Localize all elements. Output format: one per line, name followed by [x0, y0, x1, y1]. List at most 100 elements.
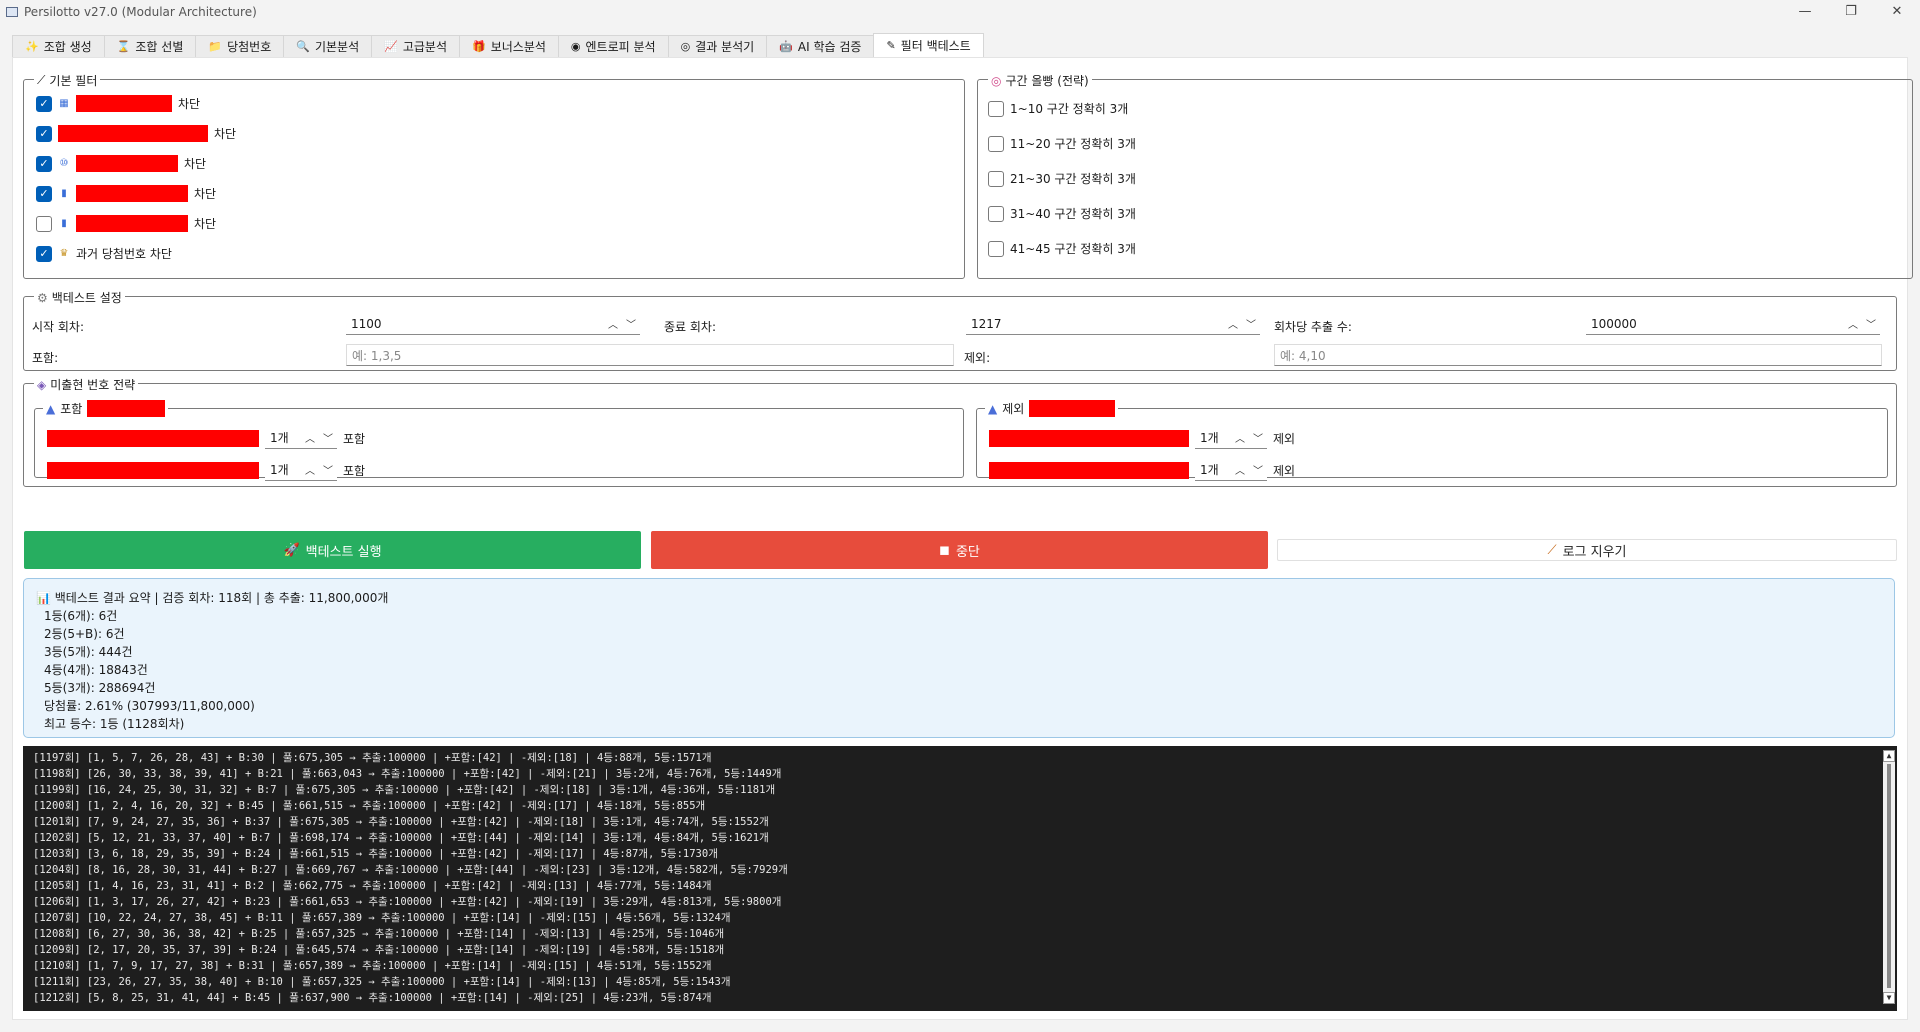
chevron-down-icon[interactable]: ﹀ — [319, 430, 337, 445]
close-button[interactable]: ✕ — [1874, 0, 1920, 22]
exclude-input[interactable]: 예: 4,10 — [1274, 344, 1882, 366]
filter-suffix: 차단 — [184, 157, 207, 171]
summary-line: 당첨률: 2.61% (307993/11,800,000) — [44, 699, 255, 713]
chevron-down-icon[interactable]: ﹀ — [622, 316, 640, 331]
checkbox[interactable] — [988, 170, 1004, 187]
filter-item-3[interactable]: ✓ ⑩ 차단 — [36, 155, 206, 172]
entropy-icon: ◉ — [570, 40, 581, 53]
log-line: [1202회] [5, 12, 21, 33, 37, 40] + B:7 | … — [33, 832, 769, 844]
zone-item-2[interactable]: 11~20 구간 정확히 3개 — [988, 135, 1136, 152]
unseen-include-title: ▲ 포함 — [43, 400, 169, 417]
chevron-up-icon[interactable]: ︿ — [1231, 430, 1249, 445]
zone-item-5[interactable]: 41~45 구간 정확히 3개 — [988, 240, 1136, 257]
tab-ai-validation[interactable]: 🤖 AI 학습 검증 — [766, 35, 875, 57]
checkbox[interactable]: ✓ — [36, 125, 52, 142]
redacted-label — [58, 125, 208, 142]
filter-item-4[interactable]: ✓ ▮ 차단 — [36, 185, 216, 202]
log-scrollbar[interactable]: ▲ ▼ — [1883, 750, 1895, 1004]
unseen-include-group: ▲ 포함 1개 ︿ ﹀ 포함 1개 ︿ ﹀ 포함 — [34, 400, 964, 481]
tab-basic-analysis[interactable]: 🔍 기본분석 — [283, 35, 373, 57]
count-spinbox[interactable]: 1개 ︿ ﹀ — [1195, 427, 1267, 449]
zone-item-4[interactable]: 31~40 구간 정확히 3개 — [988, 205, 1136, 222]
log-line: [1210회] [1, 7, 9, 17, 27, 38] + B:31 | 풀… — [33, 960, 712, 972]
checkbox[interactable]: ✓ — [36, 245, 52, 262]
chevron-down-icon[interactable]: ﹀ — [319, 462, 337, 477]
scroll-up-icon[interactable]: ▲ — [1883, 750, 1895, 762]
checkbox[interactable]: ✓ — [36, 155, 52, 172]
checkbox[interactable] — [988, 100, 1004, 117]
end-round-spinbox[interactable]: 1217 ︿ ﹀ — [966, 313, 1260, 335]
chevron-up-icon[interactable]: ︿ — [1224, 316, 1242, 331]
sub-title-label: 제외 — [1002, 402, 1025, 416]
zone-item-1[interactable]: 1~10 구간 정확히 3개 — [988, 100, 1128, 117]
tab-combo-generate[interactable]: ✨ 조합 생성 — [12, 35, 105, 57]
button-label: 중단 — [955, 544, 980, 560]
maximize-button[interactable]: ❐ — [1828, 0, 1874, 22]
folder-icon: 📁 — [208, 40, 223, 53]
unseen-include-row-1[interactable]: 1개 ︿ ﹀ 포함 — [47, 427, 365, 449]
tab-combo-select[interactable]: ⌛ 조합 선별 — [103, 35, 197, 57]
chevron-up-icon[interactable]: ︿ — [301, 430, 319, 445]
unseen-exclude-row-1[interactable]: 1개 ︿ ﹀ 제외 — [989, 427, 1295, 449]
count-spinbox[interactable]: 1개 ︿ ﹀ — [265, 427, 337, 449]
per-round-spinbox[interactable]: 100000 ︿ ﹀ — [1586, 313, 1880, 335]
scroll-thumb[interactable] — [1887, 764, 1891, 988]
filter-item-5[interactable]: ▮ 차단 — [36, 215, 216, 232]
chevron-up-icon[interactable]: ︿ — [301, 462, 319, 477]
zone-item-3[interactable]: 21~30 구간 정확히 3개 — [988, 170, 1136, 187]
action-label: 포함 — [343, 431, 366, 446]
log-line: [1209회] [2, 17, 20, 35, 37, 39] + B:24 |… — [33, 944, 725, 956]
checkbox[interactable] — [36, 215, 52, 232]
unseen-exclude-row-2[interactable]: 1개 ︿ ﹀ 제외 — [989, 459, 1295, 481]
unseen-exclude-title: ▲ 제외 — [985, 400, 1119, 417]
start-round-spinbox[interactable]: 1100 ︿ ﹀ — [346, 313, 640, 335]
log-output[interactable]: [1197회] [1, 5, 7, 26, 28, 43] + B:30 | 풀… — [23, 746, 1897, 1011]
tab-bonus-analysis[interactable]: 🎁 보너스분석 — [459, 35, 559, 57]
chevron-up-icon[interactable]: ︿ — [1844, 316, 1862, 331]
count-spinbox[interactable]: 1개 ︿ ﹀ — [265, 459, 337, 481]
tab-winning-numbers[interactable]: 📁 당첨번호 — [195, 35, 285, 57]
clear-log-button[interactable]: ⟋ 로그 지우기 — [1277, 539, 1897, 561]
zone-label: 21~30 구간 정확히 3개 — [1010, 172, 1136, 186]
button-label: 백테스트 실행 — [305, 544, 382, 560]
scroll-down-icon[interactable]: ▼ — [1883, 992, 1895, 1004]
checkbox[interactable] — [988, 240, 1004, 257]
filter-item-1[interactable]: ✓ ▦ 차단 — [36, 95, 200, 112]
sparkle-icon: ✨ — [25, 40, 39, 53]
count-spinbox[interactable]: 1개 ︿ ﹀ — [1195, 459, 1267, 481]
include-input[interactable]: 예: 1,3,5 — [346, 344, 954, 366]
run-backtest-button[interactable]: 🚀 백테스트 실행 — [24, 531, 641, 569]
chevron-down-icon[interactable]: ﹀ — [1249, 430, 1267, 445]
chevron-up-icon[interactable]: ︿ — [604, 316, 622, 331]
backtest-settings-title: ⚙ 백테스트 설정 — [34, 289, 125, 306]
tab-advanced-analysis[interactable]: 📈 고급분석 — [371, 35, 460, 57]
filter-suffix: 차단 — [194, 217, 217, 231]
chevron-down-icon[interactable]: ﹀ — [1242, 316, 1260, 331]
checkbox[interactable] — [988, 135, 1004, 152]
chevron-down-icon[interactable]: ﹀ — [1862, 316, 1880, 331]
window-title: Persilotto v27.0 (Modular Architecture) — [24, 5, 257, 19]
bar-chart-icon: ▮ — [61, 218, 67, 229]
tab-filter-backtest[interactable]: ✎ 필터 백테스트 — [873, 33, 984, 57]
sub-title-label: 포함 — [60, 402, 83, 416]
tab-label: AI 학습 검증 — [797, 40, 862, 54]
filter-item-past-winners[interactable]: ✓ ♛ 과거 당첨번호 차단 — [36, 245, 172, 262]
summary-line: 3등(5개): 444건 — [44, 645, 133, 659]
minimize-button[interactable]: — — [1782, 0, 1828, 22]
checkbox[interactable]: ✓ — [36, 185, 52, 202]
filter-item-2[interactable]: ✓ 차단 — [36, 125, 236, 142]
summary-line: 5등(3개): 288694건 — [44, 681, 156, 695]
chevron-down-icon[interactable]: ﹀ — [1249, 462, 1267, 477]
tab-result-analyzer[interactable]: ◎ 결과 분석기 — [667, 35, 768, 57]
checkbox[interactable]: ✓ — [36, 95, 52, 112]
group-title-label: 백테스트 설정 — [51, 291, 122, 305]
action-label: 제외 — [1273, 431, 1296, 446]
unseen-include-row-2[interactable]: 1개 ︿ ﹀ 포함 — [47, 459, 365, 481]
chevron-up-icon[interactable]: ︿ — [1231, 462, 1249, 477]
log-line: [1197회] [1, 5, 7, 26, 28, 43] + B:30 | 풀… — [33, 752, 712, 764]
tab-entropy-analysis[interactable]: ◉ 엔트로피 분석 — [557, 35, 669, 57]
tab-label: 고급분석 — [402, 40, 447, 54]
stop-button[interactable]: ◼ 중단 — [651, 531, 1268, 569]
checkbox[interactable] — [988, 205, 1004, 222]
tab-label: 기본분석 — [314, 40, 360, 54]
